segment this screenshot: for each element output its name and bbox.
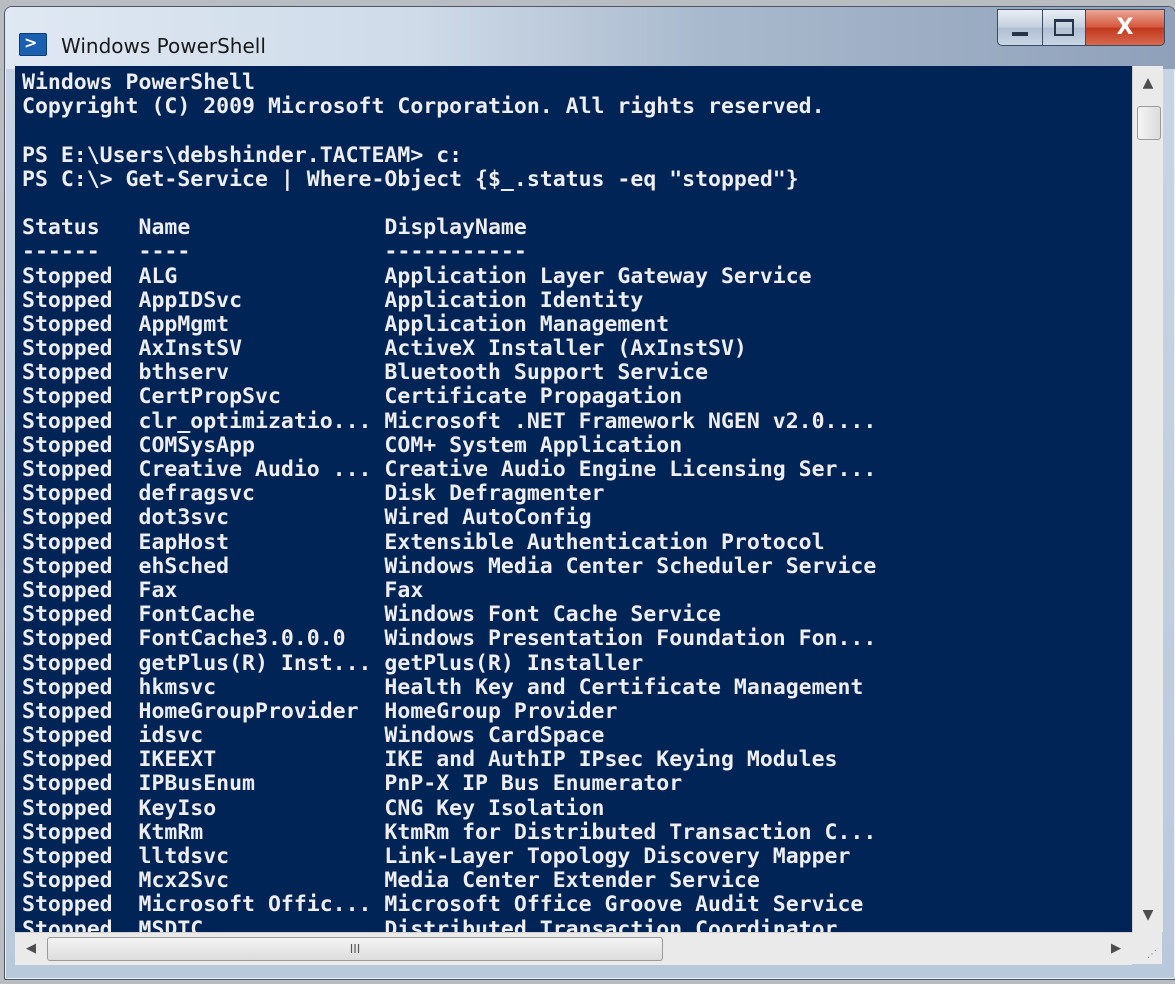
console-line: Stopped clr_optimizatio... Microsoft .NE… [22,408,877,434]
console-line: PS E:\Users\debshinder.TACTEAM> c: [22,142,463,168]
close-icon: X [1116,15,1134,40]
powershell-icon[interactable]: > [19,33,47,56]
scroll-up-arrow-icon[interactable]: ▲ [1133,68,1163,98]
console-line: Windows PowerShell [22,70,255,95]
console-line: Stopped FontCache3.0.0.0 Windows Present… [22,626,877,652]
resize-grip-icon: ⋰ [1147,949,1157,960]
console-line: Stopped bthserv Bluetooth Support Servic… [22,360,709,386]
window-title: Windows PowerShell [61,34,266,58]
console-line: Stopped HomeGroupProvider HomeGroup Prov… [22,698,618,724]
console-line: Stopped AxInstSV ActiveX Installer (AxIn… [22,336,747,362]
vertical-scroll-thumb[interactable] [1137,106,1161,140]
caption-buttons: X [997,9,1165,46]
console-line: Stopped AppIDSvc Application Identity [22,287,644,313]
console-line: ------ ---- ----------- [22,239,527,265]
horizontal-scrollbar[interactable]: ◀ III ▶ [15,932,1132,965]
console-line: Stopped COMSysApp COM+ System Applicatio… [22,432,683,458]
thumb-grip: III [349,942,361,956]
console-line: Stopped idsvc Windows CardSpace [22,723,605,749]
console-line: Stopped Mcx2Svc Media Center Extender Se… [22,868,760,894]
console-line: Stopped KeyIso CNG Key Isolation [22,795,605,821]
console-line: Stopped EapHost Extensible Authenticatio… [22,529,825,555]
console-line: Stopped IPBusEnum PnP-X IP Bus Enumerato… [22,771,683,797]
scroll-right-arrow-icon[interactable]: ▶ [1102,933,1130,965]
maximize-button[interactable] [1043,9,1086,46]
console-line: Stopped AppMgmt Application Management [22,311,670,337]
console-line: Stopped Fax Fax [22,577,424,603]
console-line: Stopped dot3svc Wired AutoConfig [22,505,592,531]
console-line: Stopped Microsoft Offic... Microsoft Off… [22,892,864,918]
console-line: Stopped MSDTC Distributed Transaction Co… [22,916,838,932]
console-line: Status Name DisplayName [22,215,527,241]
horizontal-scroll-thumb[interactable]: III [47,937,663,961]
vertical-scrollbar[interactable]: ▲ ▼ [1132,66,1163,932]
close-button[interactable]: X [1086,9,1165,46]
console-line: Stopped lltdsvc Link-Layer Topology Disc… [22,844,851,869]
console-line: Stopped IKEEXT IKE and AuthIP IPsec Keyi… [22,747,838,773]
console-line: Stopped FontCache Windows Font Cache Ser… [22,602,721,628]
console-line: Stopped KtmRm KtmRm for Distributed Tran… [22,819,877,845]
console-line: Stopped defragsvc Disk Defragmenter [22,481,605,507]
title-bar[interactable]: > Windows PowerShell X [5,7,1175,69]
console-line: Stopped CertPropSvc Certificate Propagat… [22,384,683,410]
console-line: Copyright (C) 2009 Microsoft Corporation… [22,94,825,120]
scroll-down-arrow-icon[interactable]: ▼ [1133,900,1163,930]
console-line: Stopped ALG Application Layer Gateway Se… [22,263,812,289]
resize-grip[interactable]: ⋰ [1132,932,1162,964]
maximize-icon [1054,19,1074,36]
console-line: Stopped hkmsvc Health Key and Certificat… [22,674,864,700]
console-line: Stopped getPlus(R) Inst... getPlus(R) In… [22,650,644,676]
console-line: PS C:\> Get-Service | Where-Object {$_.s… [22,166,799,192]
console-output[interactable]: Windows PowerShell Copyright (C) 2009 Mic… [15,66,1132,932]
minimize-icon [1012,31,1028,36]
console-line: Stopped ehSched Windows Media Center Sch… [22,553,877,579]
scroll-left-arrow-icon[interactable]: ◀ [17,933,45,965]
console-lines: Windows PowerShell Copyright (C) 2009 Mic… [22,70,877,932]
console-line: Stopped Creative Audio ... Creative Audi… [22,457,877,482]
minimize-button[interactable] [997,9,1043,46]
